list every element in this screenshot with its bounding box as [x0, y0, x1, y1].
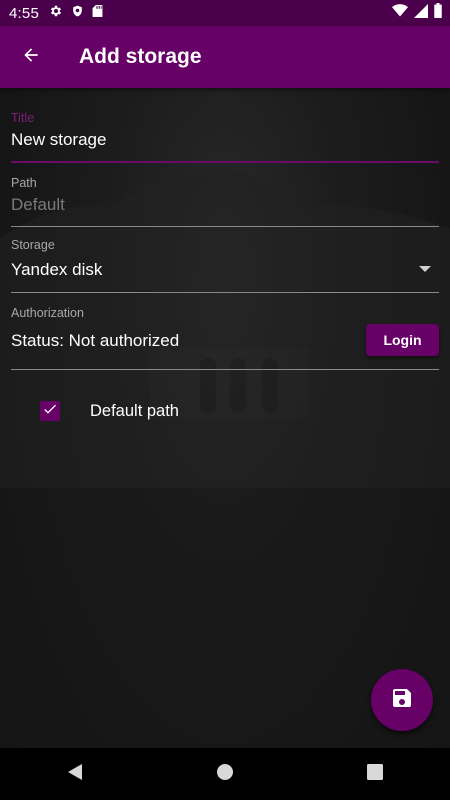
storage-field-label: Storage [11, 238, 55, 252]
path-field-label: Path [11, 176, 37, 190]
nav-back-button[interactable] [51, 750, 99, 798]
shield-icon [71, 4, 84, 23]
path-input[interactable]: Default [11, 195, 65, 215]
login-button[interactable]: Login [366, 324, 439, 356]
arrow-back-icon [21, 45, 41, 70]
path-field[interactable]: Path Default [11, 175, 439, 229]
default-path-checkbox[interactable] [40, 401, 60, 421]
nav-home-button[interactable] [201, 750, 249, 798]
gear-icon [49, 4, 63, 23]
status-bar: 4:55 [0, 0, 450, 26]
path-field-underline [11, 226, 439, 227]
page-title: Add storage [79, 45, 202, 68]
status-icons-right [392, 0, 442, 26]
status-time: 4:55 [9, 4, 39, 22]
default-path-label: Default path [90, 401, 179, 420]
checkmark-icon [42, 401, 58, 422]
recents-square-icon [367, 763, 383, 785]
back-button[interactable] [11, 37, 51, 77]
storage-field-underline [11, 292, 439, 293]
storage-selected-value[interactable]: Yandex disk [11, 260, 102, 280]
authorization-status: Status: Not authorized [11, 331, 180, 350]
app-bar: Add storage [0, 26, 450, 88]
save-icon [390, 686, 414, 715]
wifi-icon [392, 4, 408, 22]
title-field-label: Title [11, 111, 35, 125]
home-circle-icon [216, 763, 234, 786]
status-icons-left [49, 4, 103, 23]
system-nav-bar [0, 748, 450, 800]
authorization-label: Authorization [11, 306, 84, 320]
save-button[interactable] [371, 669, 433, 731]
add-storage-screen: 4:55 Add storage Title New storage Path … [0, 0, 450, 800]
signal-icon [414, 3, 428, 23]
sd-card-icon [92, 4, 103, 23]
default-path-checkbox-row[interactable]: Default path [40, 399, 179, 423]
title-field-underline [11, 161, 439, 163]
battery-icon [434, 3, 442, 23]
title-input[interactable]: New storage [11, 130, 106, 150]
nav-recents-button[interactable] [351, 750, 399, 798]
authorization-underline [11, 369, 439, 370]
title-field[interactable]: Title New storage [11, 110, 439, 164]
authorization-section: Authorization Status: Not authorized Log… [11, 305, 439, 371]
back-triangle-icon [67, 763, 83, 786]
dropdown-arrow-icon[interactable] [419, 266, 431, 272]
storage-dropdown[interactable]: Storage Yandex disk [11, 237, 439, 294]
